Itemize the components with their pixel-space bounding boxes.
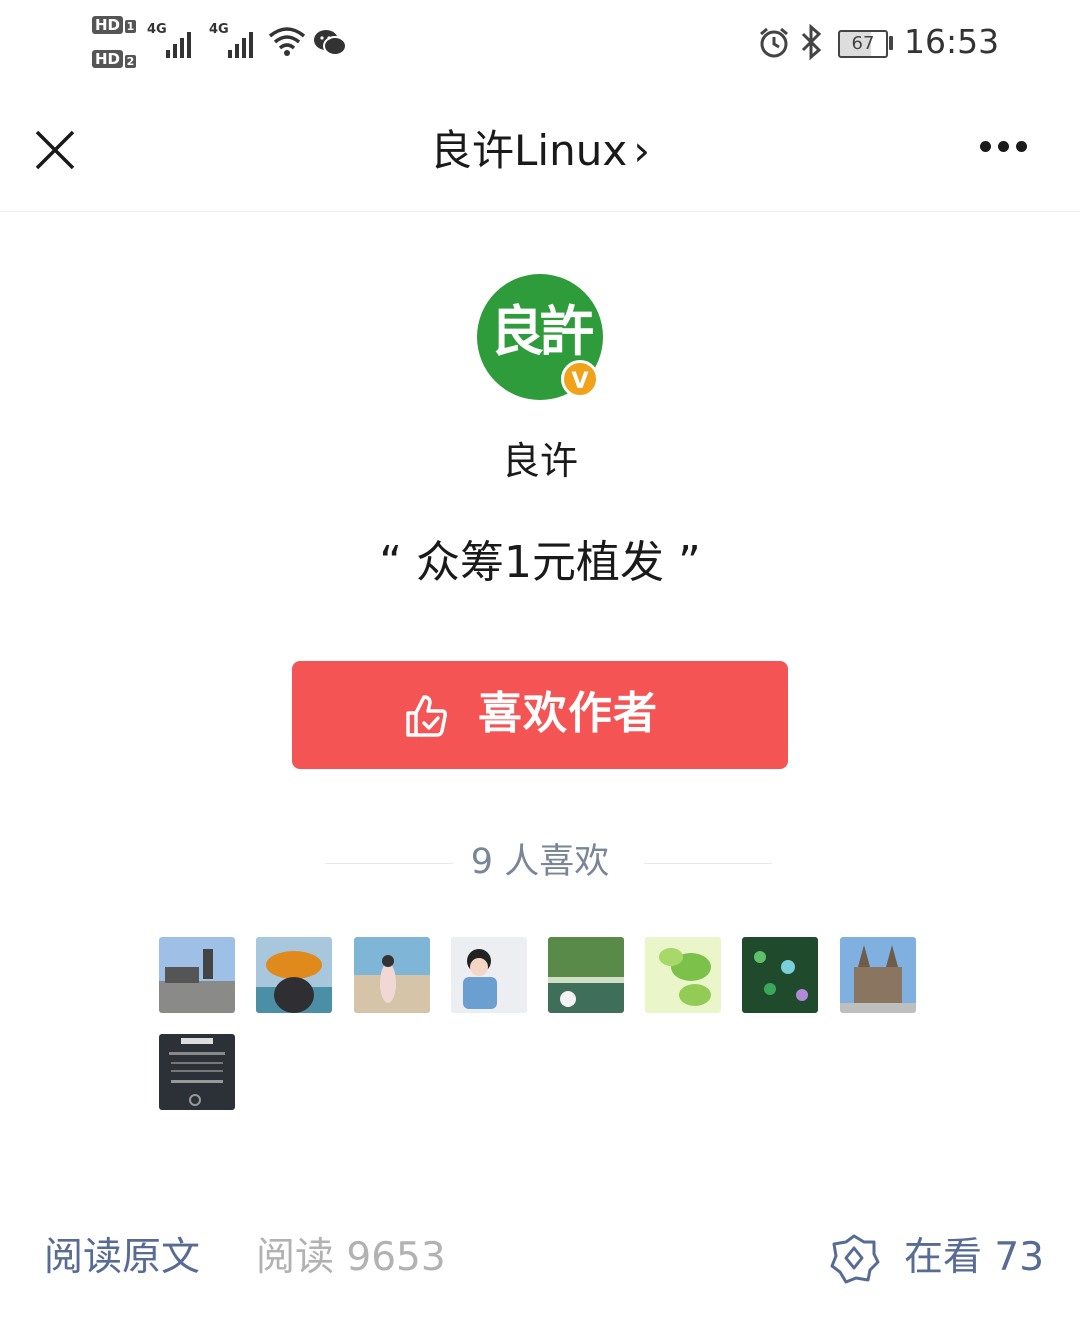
watching-label: 在看 73 xyxy=(904,1235,1045,1280)
account-title-link[interactable]: 良许Linux › xyxy=(0,123,1080,179)
liker-avatar[interactable] xyxy=(451,937,527,1013)
hd2-sim-badge: 2 xyxy=(125,55,136,68)
author-name: 良许 xyxy=(501,439,578,483)
hd1-sim-badge: 1 xyxy=(125,20,136,33)
thumbs-up-icon xyxy=(406,695,447,737)
signal1-icon xyxy=(166,28,198,58)
liker-avatar[interactable] xyxy=(159,937,235,1013)
liker-avatar[interactable] xyxy=(256,937,332,1013)
like-button-label: 喜欢作者 xyxy=(478,688,658,739)
bluetooth-icon xyxy=(801,24,822,60)
signal2-label: 4G xyxy=(209,22,229,37)
battery-icon: 67 xyxy=(838,30,888,58)
alarm-icon xyxy=(760,27,788,58)
liker-avatar[interactable] xyxy=(840,937,916,1013)
liker-avatar[interactable] xyxy=(354,937,430,1013)
watching-icon xyxy=(830,1234,880,1284)
read-count: 阅读 9653 xyxy=(256,1235,446,1280)
article-footer: 阅读原文 阅读 9653 在看 73 xyxy=(0,1210,1080,1310)
liker-avatar[interactable] xyxy=(159,1034,235,1110)
like-author-button[interactable]: 喜欢作者 xyxy=(292,661,788,769)
likers-count: 9 人喜欢 xyxy=(470,842,610,882)
status-time: 16:53 xyxy=(904,22,1000,61)
read-original-link[interactable]: 阅读原文 xyxy=(44,1232,200,1284)
more-button[interactable] xyxy=(975,133,1035,163)
chevron-right-icon: › xyxy=(633,126,650,175)
liker-avatar[interactable] xyxy=(742,937,818,1013)
hd1-badge: HD xyxy=(92,16,124,34)
nav-bar: 良许Linux › xyxy=(0,95,1080,212)
battery-tip xyxy=(889,36,893,50)
liker-avatar[interactable] xyxy=(548,937,624,1013)
wechat-icon xyxy=(314,30,347,56)
signal2-icon xyxy=(228,28,260,58)
verified-badge-icon: V xyxy=(561,360,599,398)
account-title: 良许Linux xyxy=(430,126,628,175)
signal1-label: 4G xyxy=(147,22,167,37)
liker-avatar[interactable] xyxy=(645,937,721,1013)
author-quote: “ 众筹1元植发 ” xyxy=(379,537,701,588)
hd2-badge: HD xyxy=(92,50,124,68)
status-bar: HD 1 HD 2 4G 4G 67 16:53 xyxy=(0,0,1080,95)
wifi-icon xyxy=(268,27,306,56)
avatar-text: 良許 xyxy=(490,299,594,363)
